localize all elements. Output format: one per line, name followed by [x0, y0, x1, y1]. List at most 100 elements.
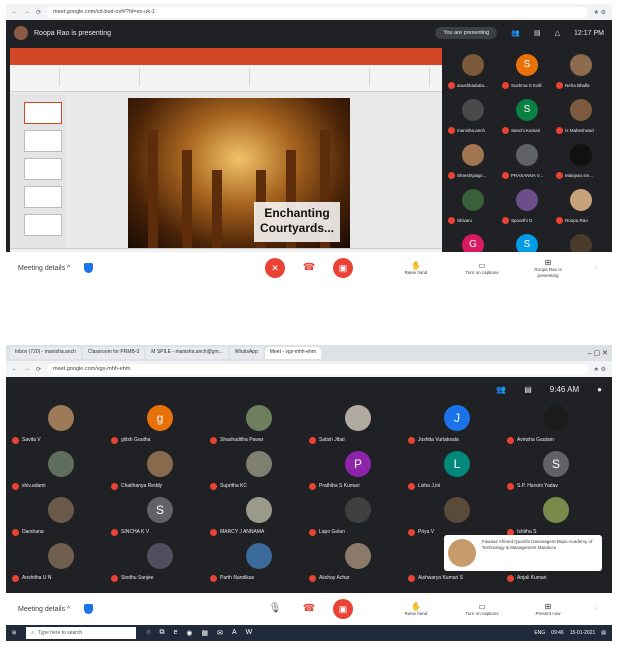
cortana-icon[interactable]: ○ — [146, 629, 150, 637]
end-call-button[interactable]: ☎ — [299, 258, 319, 278]
participant-tile[interactable]: Roopa Rao — [556, 183, 608, 225]
ribbon-group-font[interactable] — [140, 68, 250, 86]
more-options-icon[interactable]: ⋮ — [592, 265, 600, 271]
slide-thumbnails[interactable] — [10, 94, 66, 254]
participant-tile[interactable]: Is Maheshwari — [556, 93, 608, 135]
participant-tile[interactable]: Darshana — [12, 495, 108, 539]
join-notification[interactable]: Fawaaz Ahmed Quarshi Davanagere Bapu Aca… — [444, 535, 602, 571]
participant-tile[interactable]: Avinsha Gautam — [507, 403, 603, 447]
participant-tile[interactable]: Parth Nandikas — [210, 541, 306, 585]
presenting-pill[interactable]: You are presenting — [435, 27, 498, 39]
participant-tile[interactable]: P Prathiba S Kumari — [309, 449, 405, 493]
ribbon-group-paragraph[interactable] — [250, 68, 370, 86]
slide-thumb[interactable] — [24, 130, 62, 152]
meeting-details-button[interactable]: Meeting details ^ — [18, 606, 70, 613]
chat-icon[interactable]: ▤ — [524, 385, 532, 394]
shield-icon[interactable] — [84, 263, 94, 273]
meeting-details-button[interactable]: Meeting details ^ — [18, 265, 70, 272]
browser-tab[interactable]: Meet - vgs-mhh-ehm — [264, 347, 321, 359]
participant-tile[interactable]: Satish Jibal — [309, 403, 405, 447]
system-tray[interactable]: ENG 09:46 15-01-2021 ▤ — [534, 630, 606, 636]
ppt-tabs[interactable] — [10, 58, 442, 65]
activities-icon[interactable]: △ — [555, 29, 560, 37]
slide-thumb[interactable] — [24, 102, 62, 124]
participant-tile[interactable]: PRASANNA V... — [502, 138, 554, 180]
slide-thumb[interactable] — [24, 214, 62, 236]
more-options-icon[interactable]: ⋮ — [592, 606, 600, 612]
url-field[interactable]: meet.google.com/vgs-mhh-ehm — [47, 363, 588, 375]
files-icon[interactable]: ▦ — [201, 629, 208, 637]
ribbon-group-clipboard[interactable] — [20, 68, 60, 86]
task-view-icon[interactable]: ⧉ — [159, 629, 164, 637]
chat-icon[interactable]: ▤ — [534, 29, 541, 37]
participant-tile[interactable]: Anshitha U N — [12, 541, 108, 585]
camera-off-button[interactable]: ▣ — [333, 599, 353, 619]
pdf-icon[interactable]: A — [232, 629, 237, 637]
window-controls[interactable]: – ▢ ✕ — [588, 349, 608, 357]
taskbar-apps[interactable]: ○ ⧉ e ◉ ▦ ✉ A W — [146, 629, 252, 637]
slide-thumb[interactable] — [24, 186, 62, 208]
participant-tile[interactable]: Supritha KC — [210, 449, 306, 493]
people-icon[interactable]: 👥 — [511, 29, 520, 37]
participant-tile[interactable]: Lapo Gelan — [309, 495, 405, 539]
participant-tile[interactable]: Ishitha S — [507, 495, 603, 539]
present-button[interactable]: ⊞ Present now — [526, 602, 570, 617]
word-icon[interactable]: W — [246, 629, 253, 637]
slide-thumb[interactable] — [24, 158, 62, 180]
shield-icon[interactable] — [84, 604, 94, 614]
captions-button[interactable]: ▭ Turn on captions — [460, 261, 504, 276]
browser-tab[interactable]: Inbox (720) - manisha.anch — [10, 347, 81, 359]
participant-tile[interactable]: S SINCHA K V — [111, 495, 207, 539]
participant-tile[interactable]: Neha Bhalla — [556, 48, 608, 90]
participant-tile[interactable]: Shreshtpagn... — [448, 138, 500, 180]
address-bar[interactable]: ← → ⟳ meet.google.com/cd-bud-nxf#?hl=en-… — [6, 4, 612, 20]
raise-hand-button[interactable]: ✋ Raise hand — [394, 261, 438, 276]
participant-tile[interactable]: Malayan.sm... — [556, 138, 608, 180]
participant-tile[interactable]: S Sushma S Kolli — [502, 48, 554, 90]
extensions-icon[interactable]: ★ ⚙ — [594, 9, 606, 16]
browser-tab[interactable]: WhatsApp — [229, 347, 263, 359]
participant-tile[interactable]: Chaithanya Reddy — [111, 449, 207, 493]
forward-icon[interactable]: → — [24, 366, 30, 372]
participant-tile[interactable]: Priya V — [408, 495, 504, 539]
participant-tile[interactable]: g gitish Goutha — [111, 403, 207, 447]
end-call-button[interactable]: ☎ — [299, 599, 319, 619]
ribbon-group-slides[interactable] — [60, 68, 140, 86]
participant-tile[interactable]: Spoorthi G — [502, 183, 554, 225]
notifications-icon[interactable]: ▤ — [601, 630, 606, 636]
participant-tile[interactable]: Savita V — [12, 403, 108, 447]
forward-icon[interactable]: → — [24, 9, 30, 15]
chrome-icon[interactable]: ◉ — [186, 629, 192, 637]
captions-button[interactable]: ▭ Turn on captions — [460, 602, 504, 617]
reload-icon[interactable]: ⟳ — [36, 9, 41, 16]
participant-tile[interactable]: Sindhu Sanjee — [111, 541, 207, 585]
participant-tile[interactable]: Akshay Achar — [309, 541, 405, 585]
mail-icon[interactable]: ✉ — [217, 629, 223, 637]
participant-tile[interactable]: Shashaditha Pawar — [210, 403, 306, 447]
participant-tile[interactable]: L Lisha J.ini — [408, 449, 504, 493]
present-button[interactable]: ⊞ Roopa Rao is presenting — [526, 258, 570, 279]
user-avatar[interactable]: ● — [597, 385, 602, 394]
taskbar-search[interactable]: ⌕ Type here to search — [26, 627, 137, 639]
participant-tile[interactable]: J Joshita Vurtaksala — [408, 403, 504, 447]
participant-tile[interactable]: MARCY J ANNAMA — [210, 495, 306, 539]
reload-icon[interactable]: ⟳ — [36, 366, 41, 373]
raise-hand-button[interactable]: ✋ Raise hand — [394, 602, 438, 617]
participant-tile[interactable]: Shivani — [448, 183, 500, 225]
back-icon[interactable]: ← — [12, 9, 18, 15]
ribbon-group-editing[interactable] — [370, 68, 430, 86]
mic-off-button[interactable]: ✕ — [265, 258, 285, 278]
mic-button[interactable]: 🎙 — [265, 599, 285, 619]
url-field[interactable]: meet.google.com/cd-bud-nxf#?hl=en-uk-1 — [47, 6, 588, 18]
people-icon[interactable]: 👥 — [496, 385, 506, 394]
browser-tab[interactable]: Classroom for PRMB-3 — [82, 347, 145, 359]
participant-tile[interactable]: anushkadutta... — [448, 48, 500, 90]
browser-tab[interactable]: M SPILE - manisha.anch@gm... — [146, 347, 228, 359]
participant-tile[interactable]: S S.P. Harsini Yadav — [507, 449, 603, 493]
camera-off-button[interactable]: ▣ — [333, 258, 353, 278]
windows-start-icon[interactable]: ⊞ — [12, 630, 16, 636]
extensions-icon[interactable]: ★ ⚙ — [594, 366, 606, 373]
back-icon[interactable]: ← — [12, 366, 18, 372]
participant-tile[interactable]: shiv.adami — [12, 449, 108, 493]
address-bar[interactable]: ← → ⟳ meet.google.com/vgs-mhh-ehm ★ ⚙ — [6, 361, 612, 377]
